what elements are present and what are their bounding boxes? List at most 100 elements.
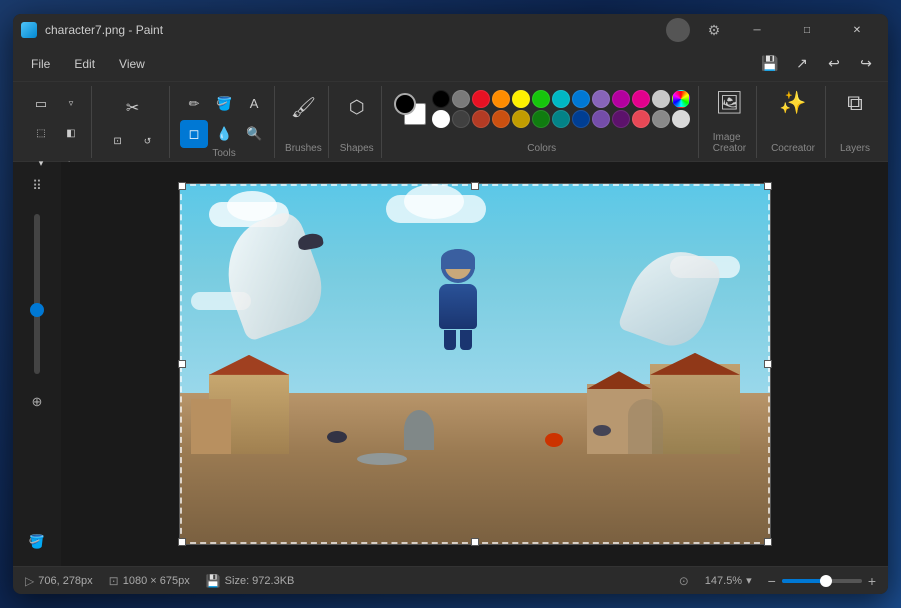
- zoom-dot-icon: ⊙: [679, 574, 689, 588]
- menu-bar: File Edit View 💾 ↗ ↩ ↪: [13, 46, 888, 82]
- freeform-select-tool[interactable]: ⬚: [27, 120, 55, 148]
- size-icon: 💾: [206, 574, 221, 588]
- zoom-percent: 147.5%: [705, 575, 742, 587]
- menu-file[interactable]: File: [21, 53, 60, 75]
- app-icon: [21, 22, 37, 38]
- save-button[interactable]: 💾: [756, 50, 784, 78]
- swatch-pink[interactable]: [632, 90, 650, 108]
- swatch-violet[interactable]: [612, 90, 630, 108]
- swatch-lightgray[interactable]: [652, 90, 670, 108]
- cursor-position: ▷ 706, 278px: [25, 574, 93, 588]
- swatch-darkviolet[interactable]: [612, 110, 630, 128]
- zoom-tool[interactable]: 🔍: [240, 120, 268, 148]
- user-avatar[interactable]: [666, 18, 690, 42]
- swatch-lightred[interactable]: [632, 110, 650, 128]
- tools-group: ✏ 🪣 A ◻ 💧 🔍 Tools: [174, 86, 275, 158]
- select-dropdown[interactable]: ▿: [57, 90, 85, 118]
- share-button[interactable]: ↗: [788, 50, 816, 78]
- menu-view[interactable]: View: [109, 53, 155, 75]
- swatch-green[interactable]: [532, 90, 550, 108]
- layers-label: Layers: [840, 143, 870, 154]
- canvas-container: [179, 183, 771, 545]
- swatch-white[interactable]: [432, 110, 450, 128]
- invert-select-tool[interactable]: ▾: [27, 150, 55, 178]
- crop-tool[interactable]: ✂: [115, 90, 151, 126]
- swatch-blue[interactable]: [572, 90, 590, 108]
- select-all-tool[interactable]: ◧: [57, 120, 85, 148]
- settings-icon[interactable]: ⚙: [702, 18, 726, 42]
- dimensions-text: 1080 × 675px: [123, 575, 190, 587]
- image-creator-group[interactable]: 🖼 Image Creator: [703, 86, 757, 158]
- shapes-tool[interactable]: ⬡: [339, 90, 375, 126]
- zoom-indicator: ⊙: [679, 574, 689, 588]
- cursor-coords: 706, 278px: [38, 575, 92, 587]
- brushes-label: Brushes: [285, 143, 322, 154]
- zoom-out-icon[interactable]: −: [768, 573, 776, 589]
- swatch-darkgreen[interactable]: [532, 110, 550, 128]
- image-creator-icon: 🖼: [715, 90, 743, 116]
- zoom-in-icon[interactable]: +: [868, 573, 876, 589]
- swatch-rainbow[interactable]: [672, 90, 690, 108]
- layers-group[interactable]: ⧉ Layers: [830, 86, 880, 158]
- cocreator-group[interactable]: ✨ Cocreator: [761, 86, 826, 158]
- zoom-chevron[interactable]: ▾: [746, 574, 752, 587]
- eraser-tool[interactable]: ◻: [180, 120, 208, 148]
- swatch-cyan[interactable]: [552, 90, 570, 108]
- swatch-darkyellow[interactable]: [512, 110, 530, 128]
- size-text: Size: 972.3KB: [225, 575, 295, 587]
- brushes-tool[interactable]: 🖌: [285, 90, 321, 126]
- minimize-button[interactable]: ─: [734, 14, 780, 46]
- color-picker-tool[interactable]: 💧: [210, 120, 238, 148]
- colors-label: Colors: [394, 143, 690, 154]
- main-area: ⠿ ⊕ 🪣: [13, 162, 888, 566]
- maximize-button[interactable]: □: [784, 14, 830, 46]
- menu-edit[interactable]: Edit: [64, 53, 105, 75]
- swatch-verylightgray[interactable]: [672, 110, 690, 128]
- swatch-orange[interactable]: [492, 90, 510, 108]
- tools-label: Tools: [212, 148, 235, 159]
- rotate-tool[interactable]: ↺: [134, 128, 162, 156]
- zoom-track[interactable]: [34, 214, 40, 374]
- colors-group: Colors: [386, 86, 699, 158]
- swatch-midgray[interactable]: [652, 110, 670, 128]
- swatch-darkred[interactable]: [472, 110, 490, 128]
- swatch-yellow[interactable]: [512, 90, 530, 108]
- swatch-darkpurple[interactable]: [592, 110, 610, 128]
- shapes-group: ⬡ Shapes: [333, 86, 382, 158]
- cocreator-icon: ✨: [779, 90, 806, 116]
- swatch-red[interactable]: [472, 90, 490, 108]
- canvas-area[interactable]: [61, 162, 888, 566]
- cursor-icon: ▷: [25, 574, 34, 588]
- zoom-slider-thumb[interactable]: [820, 575, 832, 587]
- resize-tool[interactable]: ⊡: [104, 128, 132, 156]
- undo-button[interactable]: ↩: [820, 50, 848, 78]
- zoom-slider-container[interactable]: − +: [768, 573, 876, 589]
- swatch-darkcyan[interactable]: [552, 110, 570, 128]
- text-tool[interactable]: A: [240, 90, 268, 118]
- close-button[interactable]: ✕: [834, 14, 880, 46]
- app-window: character7.png - Paint ⚙ ─ □ ✕ File Edit…: [13, 14, 888, 594]
- zoom-slider-track[interactable]: [782, 579, 862, 583]
- swatch-purple[interactable]: [592, 90, 610, 108]
- dimensions-icon: ⊡: [109, 574, 119, 588]
- status-bar: ▷ 706, 278px ⊡ 1080 × 675px 💾 Size: 972.…: [13, 566, 888, 594]
- rectangular-select-tool[interactable]: ▭: [27, 90, 55, 118]
- pencil-tool[interactable]: ✏: [180, 90, 208, 118]
- zoom-thumb[interactable]: [30, 303, 44, 317]
- image-group: ✂ ⊡ ↺ ▾ ⇔ ▸ Image: [96, 86, 170, 158]
- layers-icon: ⧉: [847, 90, 863, 116]
- file-size: 💾 Size: 972.3KB: [206, 574, 295, 588]
- swatch-darkgray[interactable]: [452, 110, 470, 128]
- image-dimensions: ⊡ 1080 × 675px: [109, 574, 190, 588]
- paint-bucket-sidebar[interactable]: 🪣: [21, 526, 53, 558]
- zoom-handle[interactable]: ⊕: [21, 386, 53, 418]
- swatch-gray[interactable]: [452, 90, 470, 108]
- swatch-black[interactable]: [432, 90, 450, 108]
- swatch-darkblue[interactable]: [572, 110, 590, 128]
- left-sidebar: ⠿ ⊕ 🪣: [13, 162, 61, 566]
- swatch-darkorange[interactable]: [492, 110, 510, 128]
- fill-tool[interactable]: 🪣: [210, 90, 238, 118]
- canvas-image: [180, 184, 770, 544]
- redo-button[interactable]: ↪: [852, 50, 880, 78]
- window-title: character7.png - Paint: [45, 23, 163, 37]
